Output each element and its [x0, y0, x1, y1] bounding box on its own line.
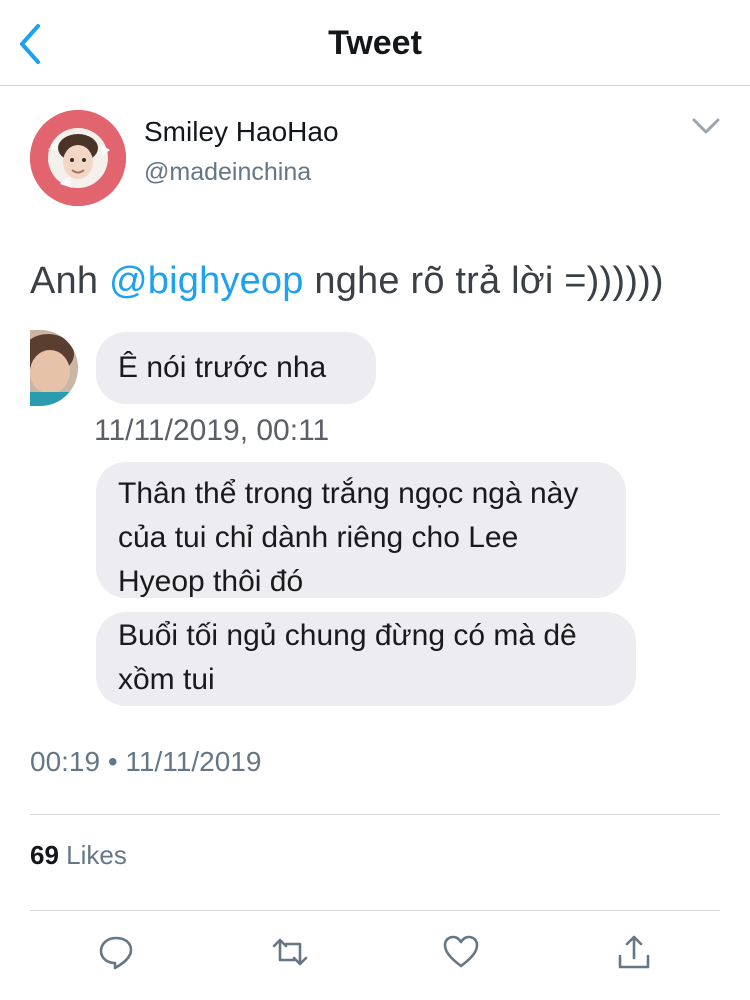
chat-avatar — [30, 330, 78, 406]
divider — [30, 910, 720, 911]
share-button[interactable] — [614, 932, 654, 972]
more-options-button[interactable] — [688, 112, 724, 142]
tweet-text-prefix: Anh — [30, 260, 109, 302]
tweet-timestamp: 00:19 • 11/11/2019 — [30, 746, 262, 777]
retweet-icon — [272, 938, 308, 966]
author-handle: @madeinchina — [144, 158, 312, 186]
reply-icon — [99, 936, 133, 970]
divider — [30, 814, 720, 815]
author-avatar[interactable] — [30, 110, 126, 206]
retweet-button[interactable] — [270, 932, 310, 972]
chat-bubble-2: Thân thể trong trắng ngọc ngà này của tu… — [96, 462, 626, 598]
tweet-text-suffix: nghe rõ trả lời =)))))) — [303, 260, 664, 302]
page-title: Tweet — [328, 24, 422, 62]
like-button[interactable] — [441, 932, 481, 972]
likes-number: 69 — [30, 840, 59, 870]
heart-icon — [443, 935, 479, 968]
tweet-text: Anh @bighyeop nghe rõ trả lời =)))))) — [30, 260, 730, 303]
avatar-image — [30, 110, 126, 206]
reply-button[interactable] — [96, 932, 136, 972]
likes-label: Likes — [66, 840, 127, 870]
chat-message-time: 11/11/2019, 00:11 — [94, 414, 330, 447]
attached-image[interactable]: Ê nói trước nha 11/11/2019, 00:11 Thân t… — [30, 318, 720, 720]
chat-bubble-3: Buổi tối ngủ chung đừng có mà dê xồm tui — [96, 612, 636, 706]
share-icon — [618, 935, 650, 969]
chevron-down-icon — [692, 118, 720, 134]
mention-link[interactable]: @bighyeop — [109, 260, 304, 302]
author-display-name[interactable]: Smiley HaoHao — [144, 116, 339, 148]
likes-count[interactable]: 69 Likes — [30, 840, 127, 871]
chat-bubble-1: Ê nói trước nha — [96, 332, 376, 404]
top-navigation-bar: Tweet — [0, 0, 750, 86]
